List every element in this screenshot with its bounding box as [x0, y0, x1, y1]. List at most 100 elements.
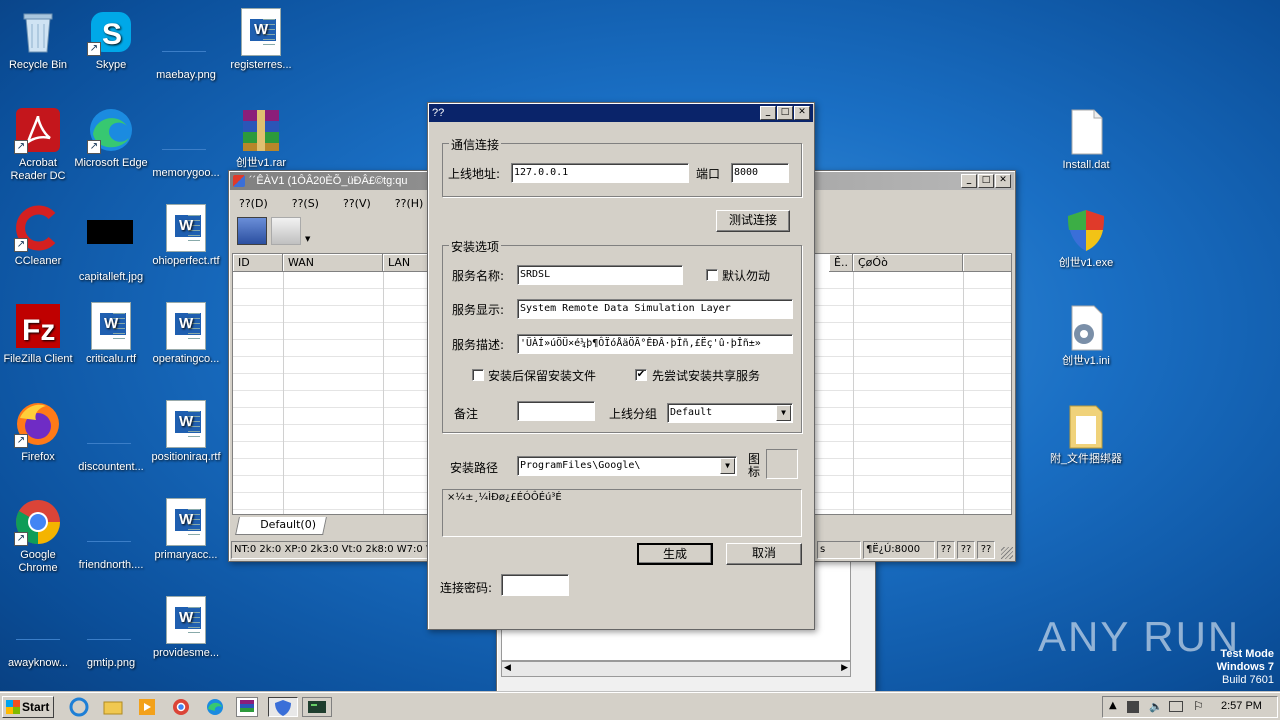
- column-header-wan[interactable]: WAN: [283, 254, 383, 272]
- menu-item-s[interactable]: ??(S): [292, 197, 319, 210]
- status-port: ¶Ë¿Ú:8000: [863, 541, 935, 559]
- terminal-taskbar-icon[interactable]: [302, 697, 332, 717]
- monitor-icon[interactable]: [1169, 701, 1183, 712]
- winrar-taskbar-icon[interactable]: [236, 697, 258, 717]
- status-q3: ??: [977, 541, 995, 559]
- group-select[interactable]: Default ▼: [667, 403, 793, 423]
- flag-icon[interactable]: ⚐: [1193, 699, 1204, 713]
- column-header-e[interactable]: Ê..: [829, 254, 853, 272]
- chevron-down-icon[interactable]: ▼: [720, 458, 735, 474]
- blank-file-icon: [1062, 108, 1110, 156]
- service-name-input[interactable]: SRDSL: [517, 265, 683, 285]
- desktop-icon-exe[interactable]: 创世v1.exe: [1048, 202, 1124, 292]
- desktop-icon-gmtip[interactable]: gmtip.png: [73, 592, 149, 682]
- desktop-icon-firefox[interactable]: ↗ Firefox: [0, 396, 76, 486]
- edge-taskbar-icon[interactable]: [204, 697, 226, 717]
- try-shared-checkbox[interactable]: ✔: [635, 369, 647, 381]
- word-doc-icon: [241, 8, 281, 56]
- media-player-icon[interactable]: [136, 697, 158, 717]
- install-path-select[interactable]: ProgramFiles\Google\ ▼: [517, 456, 737, 476]
- start-button[interactable]: Start: [2, 696, 54, 718]
- shield-app-taskbar-icon[interactable]: [268, 697, 298, 717]
- port-input[interactable]: 8000: [731, 163, 789, 183]
- image-file-icon: [87, 508, 135, 556]
- dialog-minimize-button[interactable]: _: [760, 106, 776, 120]
- explorer-icon[interactable]: [102, 697, 124, 717]
- keep-files-checkbox[interactable]: [472, 369, 484, 381]
- dialog-maximize-button[interactable]: □: [777, 106, 793, 120]
- chrome-taskbar-icon[interactable]: [170, 697, 192, 717]
- word-doc-icon: [166, 498, 206, 546]
- generate-button[interactable]: 生成: [637, 543, 713, 565]
- password-input[interactable]: [501, 574, 569, 596]
- close-button[interactable]: ✕: [995, 174, 1011, 188]
- desktop-icon-discountent[interactable]: discountent...: [73, 396, 149, 486]
- column-header-region[interactable]: ÇøÓò: [853, 254, 963, 272]
- menu-item-v[interactable]: ??(V): [343, 197, 371, 210]
- test-connection-button[interactable]: 测试连接: [716, 210, 790, 232]
- desktop-icon-capitalleft[interactable]: capitalleft.jpg: [73, 200, 149, 290]
- desktop-icon-criticalu[interactable]: criticalu.rtf: [73, 298, 149, 388]
- scroll-left-icon[interactable]: ◀: [504, 663, 511, 673]
- toolbar: ▼: [237, 217, 310, 245]
- service-desc-input[interactable]: 'ÜÀÍ»úÖÜ×é¼þ¶ÔÏóÅäÖÃ°ÊÐÂ·þÎñ,£Ëç'û·þÎñ±»: [517, 334, 793, 354]
- clock[interactable]: 2:57 PM: [1221, 700, 1262, 712]
- dialog-title: ??: [432, 107, 445, 119]
- settings-tool-icon[interactable]: [271, 217, 301, 245]
- desktop-icon-maebay[interactable]: maebay.png: [148, 4, 224, 94]
- install-path-label: 安装路径: [450, 461, 499, 475]
- menu-item-d[interactable]: ??(D): [239, 197, 268, 210]
- desktop-icon-label: friendnorth....: [78, 559, 144, 571]
- desktop-icon-label: ohioperfect.rtf: [152, 255, 220, 267]
- desktop-icon-registerres[interactable]: registerres...: [223, 4, 299, 94]
- cancel-button[interactable]: 取消: [726, 543, 802, 565]
- svg-text:S: S: [102, 18, 122, 51]
- desktop-icon-operatingco[interactable]: operatingco...: [148, 298, 224, 388]
- image-file-icon: [162, 116, 210, 164]
- icon-preview[interactable]: [766, 449, 798, 479]
- desktop-icon-ini[interactable]: 创世v1.ini: [1048, 300, 1124, 390]
- build-server-icon[interactable]: [237, 217, 267, 245]
- ie-icon[interactable]: [68, 697, 90, 717]
- column-header-id[interactable]: ID: [233, 254, 283, 272]
- desktop-icon-filezilla[interactable]: Fz FileZilla Client: [0, 298, 76, 388]
- desktop-icon-primaryacc[interactable]: primaryacc...: [148, 494, 224, 584]
- dialog-titlebar[interactable]: ?? _ □ ✕: [429, 104, 813, 122]
- desktop-icon-friendnorth[interactable]: friendnorth....: [73, 494, 149, 584]
- network-icon[interactable]: [1127, 701, 1139, 713]
- desktop-icon-ccleaner[interactable]: ↗ CCleaner: [0, 200, 76, 290]
- horizontal-scrollbar[interactable]: ◀ ▶: [501, 661, 851, 677]
- minimize-button[interactable]: _: [961, 174, 977, 188]
- desktop-icon-skype[interactable]: S ↗ Skype: [73, 4, 149, 94]
- maximize-button[interactable]: □: [978, 174, 994, 188]
- dropdown-arrow-icon[interactable]: ▼: [305, 235, 310, 245]
- desktop-icon-awayknow[interactable]: awayknow...: [0, 592, 76, 682]
- desktop-icon-ohioperfect[interactable]: ohioperfect.rtf: [148, 200, 224, 290]
- tray-expand-icon[interactable]: ▲: [1109, 700, 1117, 711]
- desktop-icon-label: memorygoo...: [152, 167, 220, 179]
- volume-icon[interactable]: 🔈: [1149, 700, 1163, 713]
- desktop-icon-acrobat[interactable]: ↗ Acrobat Reader DC: [0, 102, 76, 192]
- desktop-icon-providesme[interactable]: providesme...: [148, 592, 224, 682]
- build-label: Build 7601: [1222, 674, 1274, 686]
- scroll-right-icon[interactable]: ▶: [841, 663, 848, 673]
- dialog-close-button[interactable]: ✕: [794, 106, 810, 120]
- menu-item-h[interactable]: ??(H): [395, 197, 424, 210]
- desktop-icon-memorygoo[interactable]: memorygoo...: [148, 102, 224, 192]
- group-tab[interactable]: Default(0): [235, 517, 327, 535]
- service-display-input[interactable]: System Remote Data Simulation Layer: [517, 299, 793, 319]
- anyrun-watermark: ANY RUN: [1038, 612, 1240, 662]
- desktop-icon-positioniraq[interactable]: positioniraq.rtf: [148, 396, 224, 486]
- remark-input[interactable]: [517, 401, 595, 421]
- desktop-icon-label: maebay.png: [156, 69, 216, 81]
- desktop-icon-install-dat[interactable]: Install.dat: [1048, 104, 1124, 194]
- chevron-down-icon[interactable]: ▼: [776, 405, 791, 421]
- desktop-icon-edge[interactable]: ↗ Microsoft Edge: [73, 102, 149, 192]
- default-start-checkbox[interactable]: [706, 269, 718, 281]
- online-address-input[interactable]: 127.0.0.1: [511, 163, 689, 183]
- desktop-icon-recycle-bin[interactable]: Recycle Bin: [0, 4, 76, 94]
- resize-grip-icon[interactable]: [1001, 547, 1013, 559]
- desktop-icon-bundler[interactable]: 附_文件捆绑器: [1048, 398, 1124, 488]
- column-header-empty[interactable]: [963, 254, 1011, 272]
- desktop-icon-chrome[interactable]: ↗ Google Chrome: [0, 494, 76, 584]
